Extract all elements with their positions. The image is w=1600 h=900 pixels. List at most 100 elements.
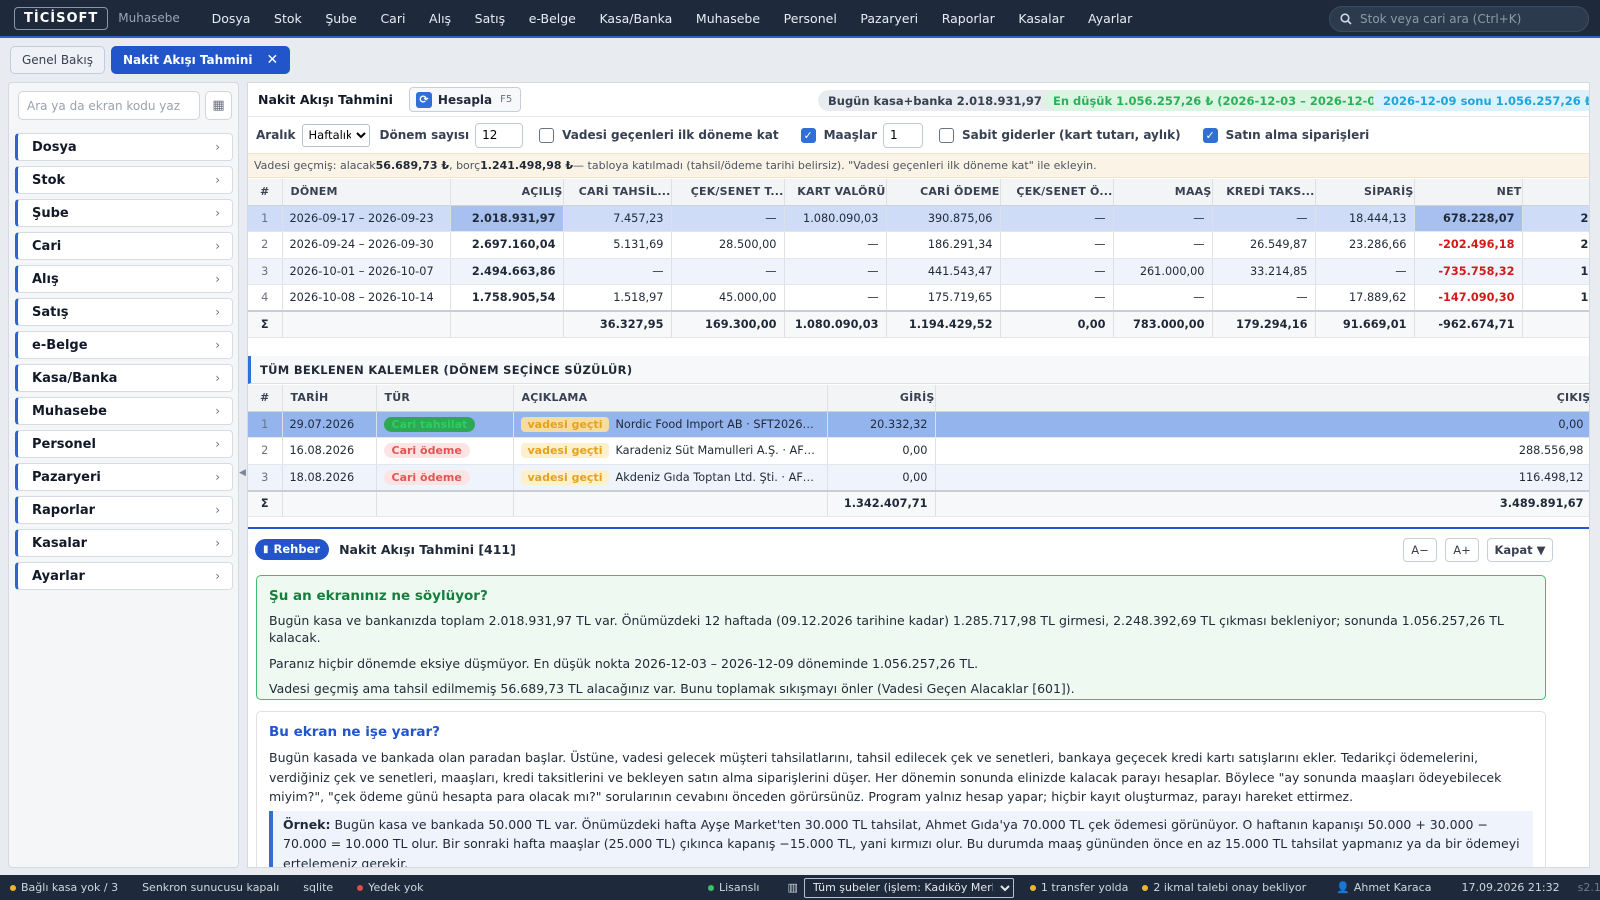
chevron-right-icon: › <box>215 503 220 517</box>
periods-column-header[interactable]: # <box>248 179 283 206</box>
items-column-header[interactable]: AÇIKLAMA <box>513 385 828 412</box>
sidebar-item[interactable]: Personel › <box>15 430 233 458</box>
overdue-checkbox[interactable] <box>539 127 555 143</box>
items-column-header[interactable]: TÜR <box>376 385 514 412</box>
top-menu-item[interactable]: Kasalar <box>1007 11 1077 26</box>
sidebar-item[interactable]: Kasalar › <box>15 529 233 557</box>
sidebar-item[interactable]: Satış › <box>15 298 233 326</box>
periods-column-header[interactable]: SİPARİŞ <box>1315 179 1415 206</box>
top-menu-item[interactable]: Pazaryeri <box>849 11 930 26</box>
periods-column-header[interactable]: CARİ TAHSİL... <box>563 179 672 206</box>
items-column-header[interactable]: GİRİŞ <box>827 385 936 412</box>
periods-column-header[interactable]: NET <box>1414 179 1523 206</box>
sidebar-item-label: Cari <box>32 238 62 254</box>
table-row[interactable]: 3 2026-10-01 – 2026-10-07 2.494.663,86— — —4… <box>248 258 1589 285</box>
sync-status[interactable]: Senkron sunucusu kapalı <box>142 881 279 894</box>
sidebar-item[interactable]: Raporlar › <box>15 496 233 524</box>
period-count-input[interactable] <box>475 122 524 148</box>
table-cell: 28.500,00 <box>671 231 785 259</box>
table-row[interactable]: 3 18.08.2026 Cari ödeme vadesi geçti Akdeniz… <box>248 464 1589 491</box>
top-menu-item[interactable]: Ayarlar <box>1076 11 1144 26</box>
sidebar-item-label: Alış <box>32 271 59 287</box>
sidebar-item-label: Personel <box>32 436 96 452</box>
branch-select[interactable]: Tüm şubeler (işlem: Kadıköy Merkez) <box>803 877 1014 898</box>
periods-column-header[interactable]: DÖNEM <box>282 179 451 206</box>
table-row[interactable]: 1 2026-09-17 – 2026-09-23 2.018.931,97 7.45… <box>248 205 1589 232</box>
sidebar-item[interactable]: Şube › <box>15 199 233 227</box>
refresh-icon: ⟳ <box>415 91 432 108</box>
top-menu-item[interactable]: Şube <box>314 11 369 26</box>
total-out: 3.489.891,67 <box>935 489 1589 517</box>
supply-status[interactable]: 2 ikmal talebi onay bekliyor <box>1153 881 1306 894</box>
top-menu-item[interactable]: e-Belge <box>517 11 588 26</box>
sidebar-collapse-icon[interactable]: ◀ <box>239 468 246 478</box>
periods-column-header[interactable]: AÇILIŞ <box>450 179 564 206</box>
sidebar-item[interactable]: e-Belge › <box>15 331 233 359</box>
tab-cash-flow-forecast[interactable]: Nakit Akışı Tahmini ✕ <box>110 46 291 74</box>
sidebar-item[interactable]: Cari › <box>15 232 233 260</box>
items-column-header[interactable]: # <box>248 385 283 412</box>
table-row[interactable]: 1 29.07.2026 Cari tahsilat vadesi geçti Nord… <box>248 411 1589 438</box>
periods-column-header[interactable]: KART VALÖRÜ <box>784 179 887 206</box>
salary-checkbox[interactable]: ✓ <box>800 127 816 143</box>
font-increase-button[interactable]: A+ <box>1445 538 1479 562</box>
sidebar-item[interactable]: Dosya › <box>15 133 233 161</box>
sidebar-search[interactable] <box>18 91 200 120</box>
calculate-button[interactable]: ⟳ Hesapla F5 <box>408 87 522 112</box>
table-cell: 1.7 <box>1522 258 1589 285</box>
fixed-expenses-checkbox[interactable] <box>939 127 954 143</box>
app-logo[interactable]: TİCİSOFT <box>14 6 109 30</box>
items-column-header[interactable]: ÇIKIŞ <box>935 385 1589 412</box>
top-menu-item[interactable]: Alış <box>417 11 463 26</box>
periods-column-header[interactable] <box>1522 179 1589 206</box>
sidebar-item[interactable]: Pazaryeri › <box>15 463 233 491</box>
sidebar-item-label: Satış <box>32 304 69 320</box>
top-menu-item[interactable]: Raporlar <box>930 11 1007 26</box>
transfer-status[interactable]: 1 transfer yolda <box>1041 881 1128 894</box>
sidebar-search-input[interactable] <box>27 98 187 113</box>
top-menu-item[interactable]: Personel <box>772 11 849 26</box>
top-menu-item[interactable]: Satış <box>463 11 517 26</box>
table-cell: 45.000,00 <box>671 284 785 312</box>
toolbar: Nakit Akışı Tahmini ⟳ Hesapla F5 Bugün k… <box>248 83 1589 117</box>
menu-grid-icon[interactable]: ▦ <box>205 91 232 120</box>
top-menu-item[interactable]: Cari <box>369 11 418 26</box>
purchase-orders-checkbox[interactable]: ✓ <box>1202 127 1218 143</box>
periods-column-header[interactable]: MAAŞ <box>1113 179 1213 206</box>
chevron-right-icon: › <box>215 404 220 418</box>
backup-status[interactable]: Yedek yok <box>357 881 423 894</box>
font-decrease-button[interactable]: A− <box>1403 538 1437 562</box>
sidebar-item[interactable]: Muhasebe › <box>15 397 233 425</box>
table-row[interactable]: 2 2026-09-24 – 2026-09-30 2.697.160,04 5.13… <box>248 231 1589 259</box>
chevron-right-icon: › <box>215 272 220 286</box>
sidebar-item[interactable]: Stok › <box>15 166 233 194</box>
sidebar-item[interactable]: Kasa/Banka › <box>15 364 233 392</box>
table-cell: — <box>671 205 785 232</box>
user-name[interactable]: Ahmet Karaca <box>1354 881 1432 894</box>
items-header-row: # TARİH TÜR AÇIKLAMA GİRİŞ ÇIKIŞ <box>248 385 1589 412</box>
tab-overview[interactable]: Genel Bakış <box>10 46 105 74</box>
periods-column-header[interactable]: ÇEK/SENET T... <box>671 179 785 206</box>
item-date: 18.08.2026 <box>282 464 377 491</box>
cash-register-status[interactable]: Bağlı kasa yok / 3 <box>10 881 118 894</box>
items-column-header[interactable]: TARİH <box>282 385 377 412</box>
table-cell: — <box>1113 284 1213 312</box>
sidebar-item[interactable]: Ayarlar › <box>15 562 233 590</box>
guide-badge[interactable]: ▮ Rehber <box>255 538 330 560</box>
table-row[interactable]: 2 16.08.2026 Cari ödeme vadesi geçti Karaden… <box>248 437 1589 465</box>
top-menu-item[interactable]: Kasa/Banka <box>588 11 684 26</box>
top-menu-item[interactable]: Stok <box>262 11 313 26</box>
periods-column-header[interactable]: CARİ ÖDEME <box>886 179 1001 206</box>
global-search[interactable] <box>1329 6 1589 32</box>
close-icon[interactable]: ✕ <box>266 52 278 68</box>
interval-select[interactable]: Haftalık <box>301 123 370 147</box>
top-menu-item[interactable]: Muhasebe <box>684 11 772 26</box>
sidebar-item[interactable]: Alış › <box>15 265 233 293</box>
table-row[interactable]: 4 2026-10-08 – 2026-10-14 1.758.905,54 1.51… <box>248 284 1589 312</box>
top-menu-item[interactable]: Dosya <box>200 11 262 26</box>
global-search-input[interactable] <box>1360 12 1580 26</box>
salary-count-input[interactable] <box>883 122 923 148</box>
close-help-button[interactable]: Kapat ▼ <box>1487 538 1553 562</box>
periods-column-header[interactable]: KREDİ TAKS... <box>1212 179 1316 206</box>
periods-column-header[interactable]: ÇEK/SENET Ö... <box>1000 179 1114 206</box>
